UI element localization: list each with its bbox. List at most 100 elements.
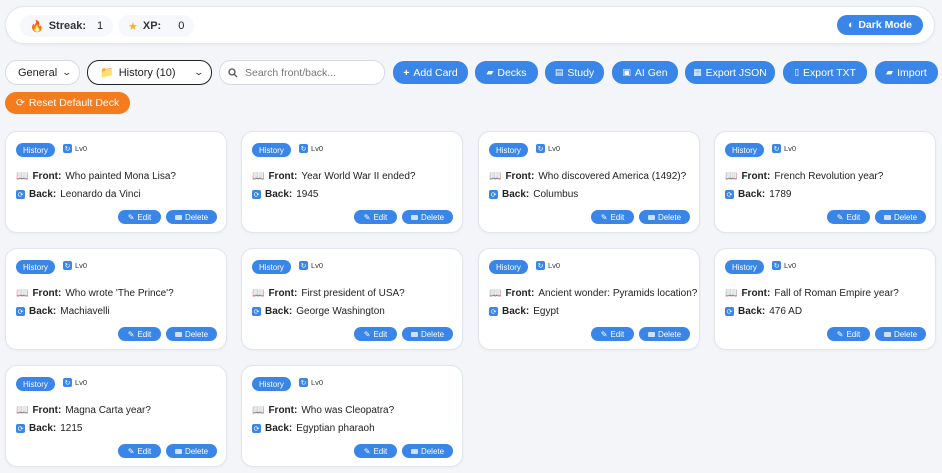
book-icon: 📖: [16, 171, 29, 182]
edit-button[interactable]: ✎ Edit: [591, 210, 634, 224]
chevron-down-icon: ⌄: [193, 67, 205, 77]
card-back: ⟳ Back: Columbus: [489, 189, 578, 200]
export-txt-button[interactable]: ▯ Export TXT: [783, 61, 867, 84]
folder-icon: 📁: [100, 67, 114, 79]
deck-tag: History: [16, 143, 55, 157]
book-icon: 📖: [252, 171, 265, 182]
delete-button[interactable]: Delete: [166, 210, 217, 224]
cycle-icon: ⟳: [16, 190, 25, 199]
edit-button[interactable]: ✎ Edit: [118, 327, 161, 341]
delete-button[interactable]: Delete: [402, 210, 453, 224]
trash-icon: [410, 448, 418, 454]
delete-button[interactable]: Delete: [402, 327, 453, 341]
search-box: [219, 60, 385, 85]
dark-mode-button[interactable]: ◐ Dark Mode: [836, 15, 923, 35]
delete-label: Delete: [657, 212, 682, 222]
edit-button[interactable]: ✎ Edit: [354, 210, 397, 224]
export-json-button[interactable]: ▦ Export JSON: [685, 61, 775, 84]
front-text: Who discovered America (1492)?: [538, 171, 687, 182]
edit-label: Edit: [137, 446, 152, 456]
front-text: Who was Cleopatra?: [301, 405, 395, 416]
deck-select[interactable]: 📁 History (10) ⌄: [87, 60, 212, 85]
study-button[interactable]: ▤ Study: [545, 61, 604, 84]
delete-label: Delete: [420, 329, 445, 339]
back-text: 1789: [769, 189, 792, 200]
level-value: Lv0: [784, 144, 797, 153]
edit-button[interactable]: ✎ Edit: [354, 444, 397, 458]
edit-button[interactable]: ✎ Edit: [118, 210, 161, 224]
front-label: Front:: [505, 288, 535, 299]
front-text: First president of USA?: [301, 288, 405, 299]
cycle-icon: ⟳: [252, 307, 261, 316]
delete-button[interactable]: Delete: [402, 444, 453, 458]
card-front: 📖 Front: Who was Cleopatra?: [252, 405, 394, 416]
level-indicator: ↻ Lv0: [63, 144, 87, 153]
front-label: Front:: [741, 171, 771, 182]
add-card-label: Add Card: [413, 66, 458, 79]
deck-tag: History: [725, 143, 764, 157]
xp-label: XP:: [142, 20, 162, 32]
search-icon: [228, 67, 238, 77]
edit-button[interactable]: ✎ Edit: [827, 210, 870, 224]
delete-label: Delete: [657, 329, 682, 339]
folder-icon: ▰: [486, 67, 494, 77]
delete-label: Delete: [893, 329, 918, 339]
fire-icon: 🔥: [30, 20, 44, 33]
front-label: Front:: [32, 288, 62, 299]
level-value: Lv0: [75, 378, 88, 387]
book-icon: 📖: [16, 288, 29, 299]
streak-value: 1: [97, 20, 104, 32]
level-value: Lv0: [75, 261, 88, 270]
back-label: Back:: [29, 189, 57, 200]
category-select-value: General: [18, 66, 58, 79]
flashcard: History ↻ Lv0 📖 Front: Who was Cleopatra…: [241, 365, 463, 467]
card-front: 📖 Front: Who painted Mona Lisa?: [16, 171, 176, 182]
delete-button[interactable]: Delete: [166, 327, 217, 341]
import-button[interactable]: ▰ Import: [875, 61, 938, 84]
export-json-label: Export JSON: [705, 66, 767, 79]
add-card-button[interactable]: + Add Card: [393, 61, 468, 84]
delete-button[interactable]: Delete: [166, 444, 217, 458]
half-moon-icon: ◐: [847, 19, 855, 31]
cycle-icon: ⟳: [252, 424, 261, 433]
front-label: Front:: [741, 288, 771, 299]
back-text: Egypt: [533, 306, 559, 317]
delete-button[interactable]: Delete: [875, 210, 926, 224]
reset-label: Reset Default Deck: [28, 97, 120, 109]
level-indicator: ↻ Lv0: [63, 378, 87, 387]
deck-tag: History: [16, 377, 55, 391]
category-select[interactable]: General ⌄: [5, 60, 80, 85]
level-icon: ↻: [299, 378, 308, 387]
delete-button[interactable]: Delete: [639, 327, 690, 341]
delete-button[interactable]: Delete: [875, 327, 926, 341]
back-text: 1945: [296, 189, 319, 200]
back-label: Back:: [265, 189, 293, 200]
streak-label: Streak:: [48, 20, 86, 32]
decks-button[interactable]: ▰ Decks: [475, 61, 538, 84]
card-front: 📖 Front: Ancient wonder: Pyramids locati…: [489, 288, 697, 299]
edit-button[interactable]: ✎ Edit: [354, 327, 397, 341]
cycle-icon: ⟳: [489, 190, 498, 199]
edit-button[interactable]: ✎ Edit: [118, 444, 161, 458]
delete-label: Delete: [420, 446, 445, 456]
flashcard: History ↻ Lv0 📖 Front: Ancient wonder: P…: [478, 248, 700, 350]
edit-button[interactable]: ✎ Edit: [591, 327, 634, 341]
edit-button[interactable]: ✎ Edit: [827, 327, 870, 341]
level-icon: ↻: [299, 261, 308, 270]
search-input[interactable]: [243, 65, 373, 80]
pencil-icon: ✎: [127, 212, 135, 222]
pencil-icon: ✎: [600, 212, 608, 222]
robot-icon: ▣: [622, 67, 631, 77]
reset-default-deck-button[interactable]: ⟳ Reset Default Deck: [5, 92, 131, 114]
level-indicator: ↻ Lv0: [536, 144, 560, 153]
delete-button[interactable]: Delete: [639, 210, 690, 224]
card-back: ⟳ Back: Egyptian pharaoh: [252, 423, 375, 434]
level-icon: ↻: [299, 144, 308, 153]
level-indicator: ↻ Lv0: [536, 261, 560, 270]
import-label: Import: [897, 66, 927, 79]
streak-stat: 🔥 Streak: 1: [20, 15, 114, 37]
folder-open-icon: ▰: [886, 67, 894, 77]
level-indicator: ↻ Lv0: [772, 144, 796, 153]
pencil-icon: ✎: [363, 212, 371, 222]
ai-gen-button[interactable]: ▣ AI Gen: [612, 61, 678, 84]
